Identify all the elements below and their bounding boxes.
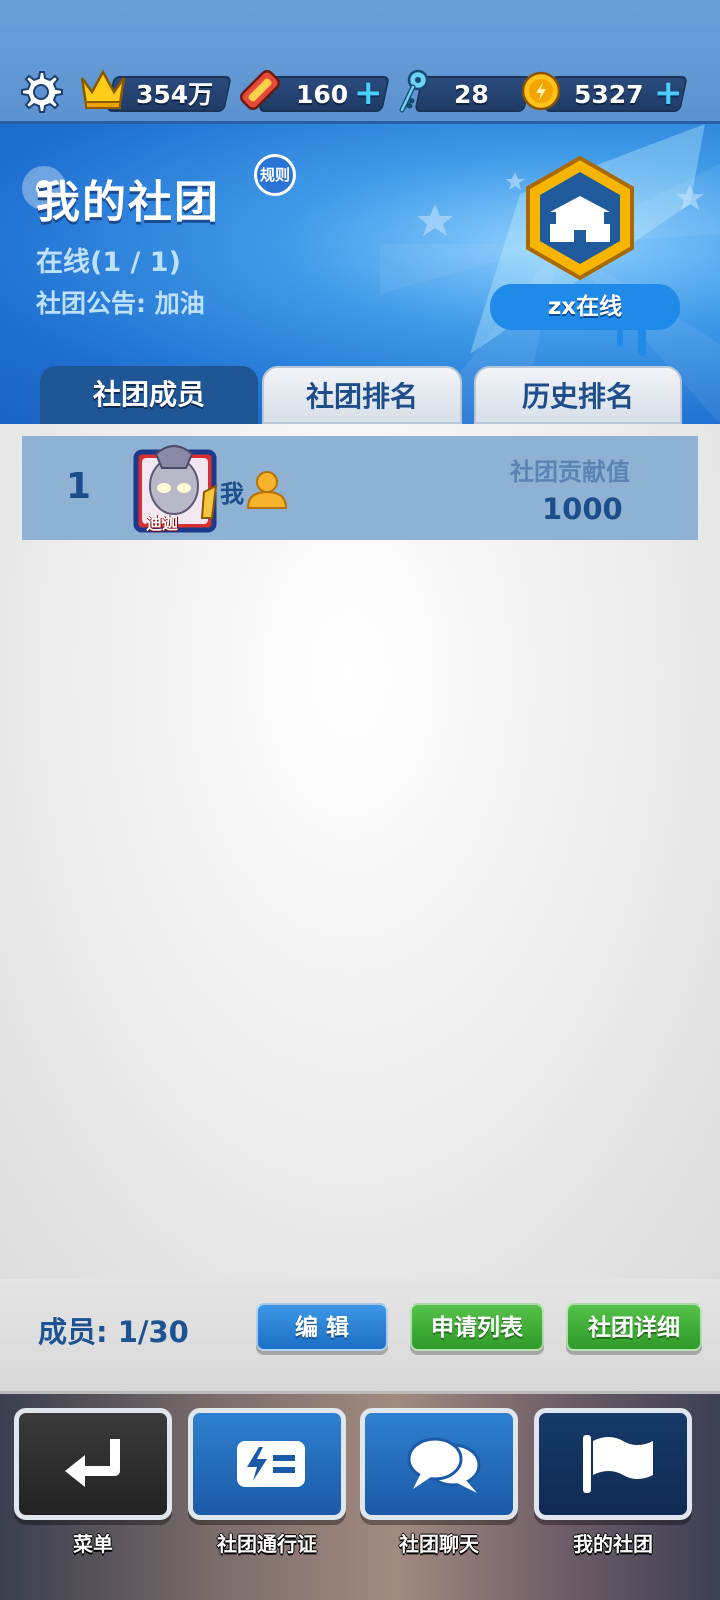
nav-menu[interactable]: 菜单 — [14, 1408, 172, 1568]
nav-menu-label: 菜单 — [73, 1532, 113, 1556]
nav-club-pass-tile — [188, 1408, 346, 1520]
tab-club-ranking[interactable]: 社团排名 — [262, 366, 462, 424]
ticket-value: 160 — [296, 80, 349, 109]
nav-club-chat-label: 社团聊天 — [399, 1532, 479, 1556]
chat-icon — [407, 1437, 481, 1493]
online-status: 在线(1 / 1) — [36, 247, 181, 278]
ticket-icon — [240, 70, 280, 110]
tab-history-ranking[interactable]: 历史排名 — [474, 366, 682, 424]
club-detail-button[interactable]: 社团详细 — [566, 1303, 702, 1351]
person-icon — [246, 471, 288, 509]
coin-value: 5327 — [574, 80, 644, 109]
coin-icon — [521, 71, 561, 111]
member-rank: 1 — [66, 466, 92, 507]
crown-icon — [80, 69, 126, 109]
gear-icon[interactable] — [16, 68, 64, 116]
add-coin-button[interactable]: + — [654, 76, 683, 110]
currency-bar: 354万 160 + 28 5327 + — [0, 0, 720, 124]
member-name: 我 — [220, 480, 244, 508]
key-icon — [399, 69, 429, 113]
crown-value: 354万 — [136, 80, 214, 109]
nav-my-club-tile — [534, 1408, 692, 1520]
avatar-badge-text: 迪迦 — [146, 514, 179, 533]
nav-club-pass[interactable]: 社团通行证 — [188, 1408, 346, 1568]
pass-icon — [237, 1441, 305, 1487]
page-title: 我的社团 — [36, 177, 220, 228]
flag-icon — [583, 1435, 653, 1493]
member-list: 1 迪迦 我 社团贡献值 1000 — [0, 424, 720, 1279]
contribution-value: 1000 — [542, 492, 623, 526]
list-item[interactable]: 1 迪迦 我 社团贡献值 1000 — [22, 436, 698, 540]
add-ticket-button[interactable]: + — [354, 76, 383, 110]
edit-button[interactable]: 编 辑 — [256, 1303, 388, 1351]
apply-list-button[interactable]: 申请列表 — [410, 1303, 544, 1351]
nav-club-chat[interactable]: 社团聊天 — [360, 1408, 518, 1568]
nav-menu-tile — [14, 1408, 172, 1520]
club-footer: 成员: 1/30 编 辑 申请列表 社团详细 — [0, 1279, 720, 1394]
club-tabs: 社团成员 社团排名 历史排名 — [0, 366, 720, 424]
members-count: 成员: 1/30 — [38, 1315, 189, 1349]
nav-my-club[interactable]: 我的社团 — [534, 1408, 692, 1568]
club-notice: 社团公告: 加油 — [36, 289, 205, 318]
contribution-label: 社团贡献值 — [510, 458, 630, 486]
tab-club-members[interactable]: 社团成员 — [40, 366, 258, 424]
club-name: zx在线 — [490, 284, 680, 330]
back-icon — [65, 1439, 120, 1487]
key-value: 28 — [454, 80, 489, 109]
nav-my-club-label: 我的社团 — [573, 1532, 653, 1556]
club-emblem-icon[interactable] — [470, 132, 720, 382]
nav-club-chat-tile — [360, 1408, 518, 1520]
bottom-nav: 菜单 社团通行证 社团聊天 我的社团 — [0, 1394, 720, 1600]
rules-button[interactable]: 规则 — [254, 154, 296, 196]
nav-club-pass-label: 社团通行证 — [217, 1532, 317, 1556]
